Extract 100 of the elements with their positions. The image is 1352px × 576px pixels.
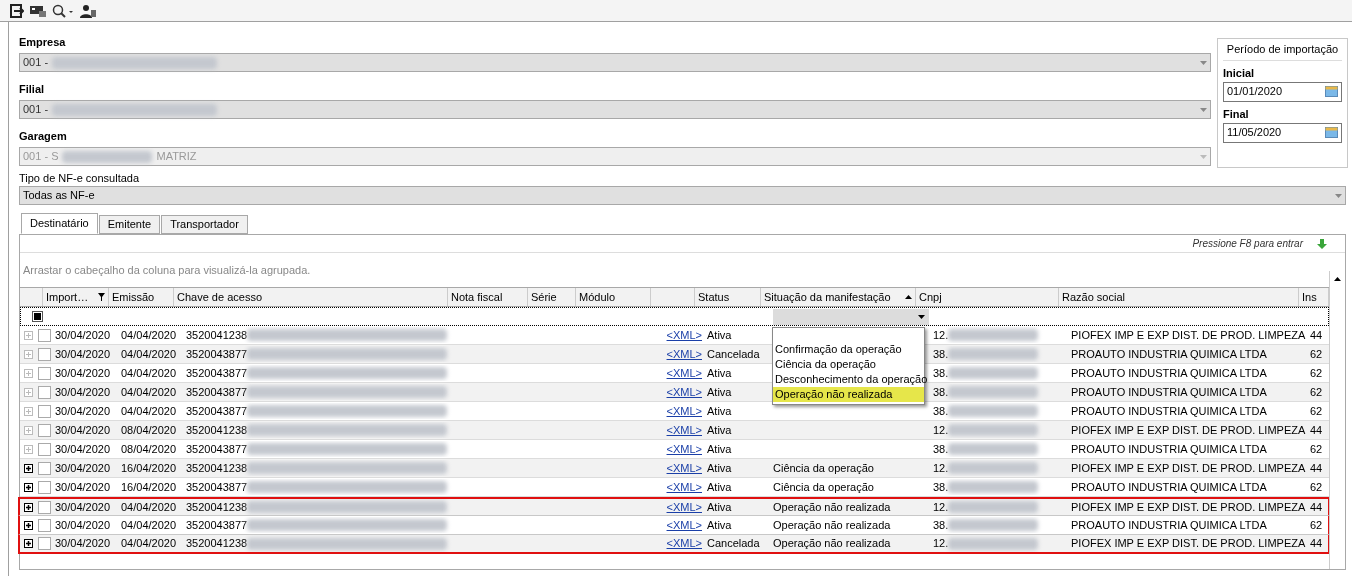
sort-ascending-icon[interactable] bbox=[905, 295, 912, 299]
table-cell-text: 30/04/2020 bbox=[54, 479, 112, 495]
table-cell-text: PROAUTO INDUSTRIA QUIMICA LTDA bbox=[1070, 346, 1268, 362]
table-cell-text: 3520043877 bbox=[186, 403, 248, 419]
filter-icon[interactable] bbox=[98, 293, 105, 301]
table-cell-text: 62 bbox=[1309, 365, 1324, 381]
column-header[interactable]: Situação da manifestação bbox=[761, 288, 916, 306]
column-header[interactable]: Status bbox=[695, 288, 761, 306]
table-cell-text: PROAUTO INDUSTRIA QUIMICA LTDA bbox=[1070, 441, 1268, 457]
xml-link[interactable]: <XML> bbox=[666, 364, 702, 382]
xml-link[interactable]: <XML> bbox=[666, 498, 702, 516]
row-checkbox[interactable] bbox=[38, 500, 51, 514]
table-cell-text: 44 bbox=[1309, 460, 1324, 476]
table-cell-text: Cancelada bbox=[706, 536, 761, 552]
row-checkbox[interactable] bbox=[38, 423, 51, 437]
expand-icon[interactable] bbox=[24, 520, 33, 530]
xml-link[interactable]: <XML> bbox=[666, 383, 702, 401]
table-cell-text: 38. bbox=[933, 441, 949, 457]
table-cell-text: 38. bbox=[933, 479, 949, 495]
dropdown-option[interactable]: Operação não realizada bbox=[773, 387, 924, 402]
field-label: Filial bbox=[19, 82, 46, 97]
table-cell-text: 38. bbox=[933, 517, 949, 533]
select-field[interactable]: 001 - bbox=[19, 100, 1211, 119]
table-cell-text: 30/04/2020 bbox=[54, 327, 112, 343]
table-cell-text: Ativa bbox=[706, 384, 733, 400]
date-field[interactable]: 01/01/2020 bbox=[1223, 81, 1342, 102]
select-all-checkbox[interactable] bbox=[31, 311, 43, 322]
table-cell-text: 62 bbox=[1309, 479, 1324, 495]
column-header[interactable]: Chave de acesso bbox=[174, 288, 448, 306]
highlighted-row[interactable]: 30/04/2020 04/04/2020 3520041238 <XML> Ativa Operação não realizada 12. PIOFEX IMP E EXP DIST. DE PROD. LIMPEZA 44 bbox=[18, 497, 1330, 516]
select-field[interactable]: 001 - bbox=[19, 53, 1211, 72]
highlighted-row[interactable]: 30/04/2020 04/04/2020 3520043877 <XML> Ativa Operação não realizada 38. PROAUTO INDUSTRIA QUIMICA LTDA 62 bbox=[18, 516, 1330, 535]
table-cell-text: 62 bbox=[1309, 441, 1324, 457]
row-checkbox[interactable] bbox=[38, 518, 51, 532]
table-cell-text: PROAUTO INDUSTRIA QUIMICA LTDA bbox=[1070, 365, 1268, 381]
column-header[interactable]: Emissão bbox=[109, 288, 174, 306]
xml-link[interactable]: <XML> bbox=[666, 402, 702, 420]
column-header[interactable]: Nota fiscal bbox=[448, 288, 528, 306]
xml-link[interactable]: <XML> bbox=[666, 516, 702, 534]
exit-icon[interactable] bbox=[10, 3, 24, 18]
table-cell-text: Operação não realizada bbox=[772, 499, 892, 515]
xml-link[interactable]: <XML> bbox=[666, 535, 702, 552]
table-cell-text: Ativa bbox=[706, 517, 733, 533]
row-checkbox[interactable] bbox=[38, 537, 51, 550]
tab[interactable]: Emitente bbox=[98, 215, 161, 234]
table-cell-text: Ciência da operação bbox=[772, 460, 875, 476]
table-cell-text: 44 bbox=[1309, 499, 1324, 515]
column-header[interactable]: Módulo bbox=[576, 288, 651, 306]
row-checkbox[interactable] bbox=[38, 385, 51, 399]
column-header[interactable]: Import… bbox=[43, 288, 109, 306]
row-checkbox[interactable] bbox=[38, 328, 51, 342]
table-cell-text: 04/04/2020 bbox=[120, 327, 178, 343]
down-arrow-icon[interactable] bbox=[1317, 238, 1327, 249]
user-icon[interactable] bbox=[80, 3, 96, 18]
column-header[interactable]: Ins bbox=[1299, 288, 1329, 306]
xml-link[interactable]: <XML> bbox=[666, 345, 702, 363]
row-checkbox[interactable] bbox=[38, 461, 51, 475]
nfe-type-dropdown[interactable]: Todas as NF-e bbox=[19, 186, 1346, 205]
expand-icon[interactable] bbox=[24, 502, 33, 512]
dropdown-option[interactable]: Confirmação da operação bbox=[773, 342, 924, 357]
row-checkbox[interactable] bbox=[38, 347, 51, 361]
field-label: Tipo de NF-e consultada bbox=[19, 171, 141, 186]
dropdown-option[interactable]: Ciência da operação bbox=[773, 357, 924, 372]
expand-icon[interactable] bbox=[24, 463, 33, 473]
table-cell-text: 38. bbox=[933, 384, 949, 400]
table-cell-text: 62 bbox=[1309, 403, 1324, 419]
table-cell-text: 12. bbox=[933, 327, 949, 343]
field-label: Empresa bbox=[19, 35, 67, 50]
tab[interactable]: Destinatário bbox=[21, 213, 98, 234]
table-cell-text: 04/04/2020 bbox=[120, 346, 178, 362]
row-checkbox[interactable] bbox=[38, 366, 51, 380]
date-field[interactable]: 11/05/2020 bbox=[1223, 122, 1342, 143]
xml-link[interactable]: <XML> bbox=[666, 326, 702, 344]
xml-link[interactable]: <XML> bbox=[666, 440, 702, 458]
tab[interactable]: Transportador bbox=[161, 215, 248, 234]
expand-icon[interactable] bbox=[24, 482, 33, 492]
card-icon[interactable] bbox=[30, 4, 46, 17]
table-cell-text: 16/04/2020 bbox=[120, 460, 178, 476]
table-cell-text: 04/04/2020 bbox=[120, 499, 178, 515]
table-cell-text: Ativa bbox=[706, 441, 733, 457]
calendar-icon[interactable] bbox=[1325, 86, 1338, 97]
table-cell-text: 30/04/2020 bbox=[54, 365, 112, 381]
dropdown-caret-icon[interactable] bbox=[918, 314, 925, 319]
column-header[interactable]: Razão social bbox=[1059, 288, 1299, 306]
column-header[interactable]: Série bbox=[528, 288, 576, 306]
highlighted-row[interactable]: 30/04/2020 04/04/2020 3520041238 <XML> Cancelada Operação não realizada 12. PIOFEX IMP E EXP DIST. DE PROD. LIMPEZA 44 bbox=[18, 535, 1330, 554]
table-cell-text: 12. bbox=[933, 499, 949, 515]
xml-link[interactable]: <XML> bbox=[666, 459, 702, 477]
search-icon[interactable] bbox=[52, 3, 74, 18]
scroll-up-icon[interactable] bbox=[1334, 277, 1341, 281]
row-checkbox[interactable] bbox=[38, 480, 51, 494]
xml-link[interactable]: <XML> bbox=[666, 421, 702, 439]
row-checkbox[interactable] bbox=[38, 442, 51, 456]
row-checkbox[interactable] bbox=[38, 404, 51, 418]
xml-link[interactable]: <XML> bbox=[666, 478, 702, 496]
table-cell-text: 3520041238 bbox=[186, 499, 248, 515]
column-header[interactable]: Cnpj bbox=[916, 288, 1059, 306]
table-cell-text: PIOFEX IMP E EXP DIST. DE PROD. LIMPEZA bbox=[1070, 499, 1307, 515]
expand-icon[interactable] bbox=[24, 539, 33, 548]
calendar-icon[interactable] bbox=[1325, 127, 1338, 138]
